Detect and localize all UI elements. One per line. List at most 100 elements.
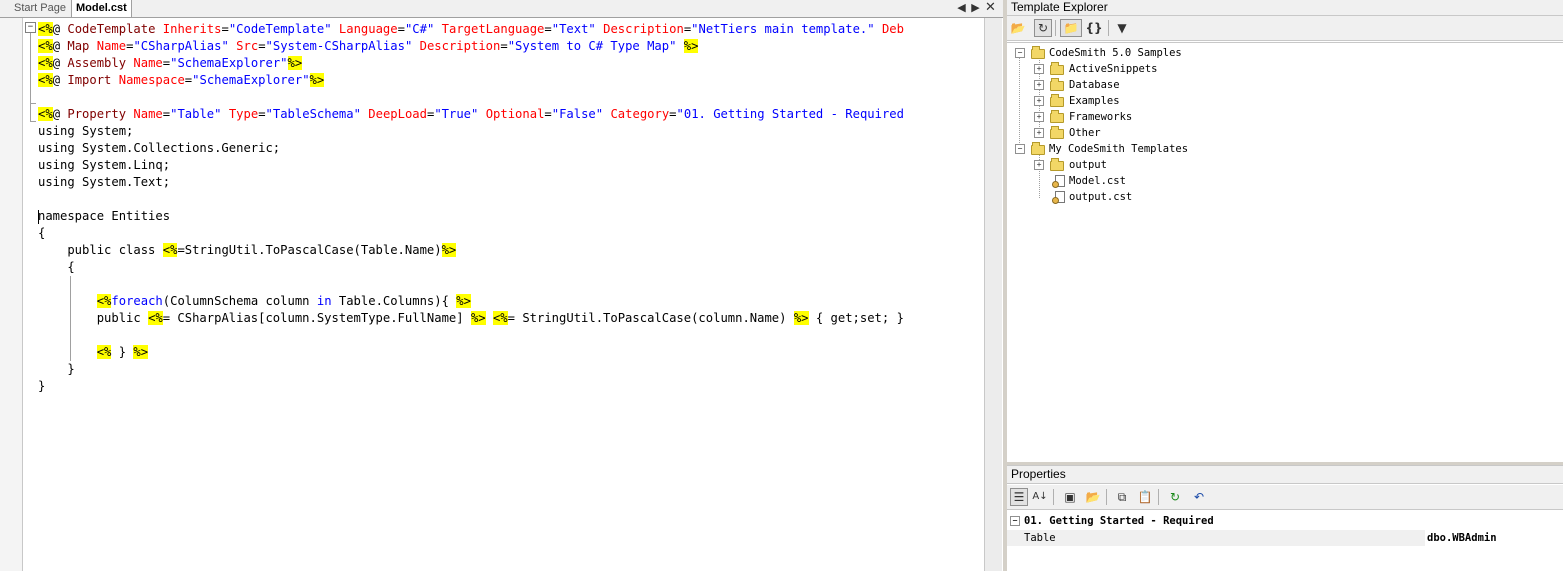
token: "01. Getting Started - Required — [676, 107, 904, 121]
filter-icon[interactable]: ▼ — [1113, 19, 1131, 37]
property-value[interactable]: dbo.WBAdmin — [1425, 530, 1563, 546]
code-line-21: } — [38, 362, 75, 376]
token: @ — [52, 73, 68, 87]
code-line-4: <%@ Import Namespace="SchemaExplorer"%> — [38, 73, 325, 87]
token: "CSharpAlias" — [133, 39, 229, 53]
token: TargetLanguage — [441, 22, 545, 36]
directive-close: %> — [287, 56, 303, 70]
refresh-icon[interactable]: ↻ — [1166, 488, 1184, 506]
property-category[interactable]: − 01. Getting Started - Required — [1007, 513, 1563, 529]
template-explorer-title: Template Explorer — [1007, 0, 1563, 16]
tree-item-my-templates[interactable]: My CodeSmith Templates — [1049, 141, 1188, 157]
tree-item-database[interactable]: Database — [1069, 77, 1120, 93]
token: (ColumnSchema column — [162, 294, 317, 308]
tree-item-frameworks[interactable]: Frameworks — [1069, 109, 1132, 125]
token: Namespace — [118, 73, 185, 87]
tree-item-activesnippets[interactable]: ActiveSnippets — [1069, 61, 1158, 77]
token: in — [316, 294, 332, 308]
directive-open: <% — [38, 22, 53, 36]
directive-open: <% — [96, 294, 112, 308]
code-line-9: using System.Linq; — [38, 158, 171, 172]
toolbar-separator — [1106, 489, 1107, 505]
template-file-icon — [1052, 191, 1065, 204]
refresh-icon[interactable]: ↻ — [1034, 19, 1052, 37]
expand-icon[interactable]: + — [1034, 160, 1044, 170]
folder-icon — [1050, 110, 1064, 123]
tab-model-cst[interactable]: Model.cst — [71, 0, 132, 17]
expand-icon[interactable]: + — [1034, 128, 1044, 138]
code-line-7: using System; — [38, 124, 134, 138]
template-explorer-panel: Template Explorer 📂 ↻ 📁 {} ▼ − CodeSmith… — [1007, 0, 1563, 462]
folder-icon — [1050, 126, 1064, 139]
tree-item-examples[interactable]: Examples — [1069, 93, 1120, 109]
expand-icon[interactable]: + — [1034, 96, 1044, 106]
code-line-22: } — [38, 379, 46, 393]
token: Optional — [485, 107, 545, 121]
folder-view-icon[interactable]: 📁 — [1060, 19, 1082, 37]
categorized-icon[interactable]: ☰ — [1010, 488, 1028, 506]
code-line-10: using System.Text; — [38, 175, 171, 189]
token: { get;set; } — [808, 311, 904, 325]
properties-title: Properties — [1007, 465, 1563, 484]
collapse-icon[interactable]: − — [1015, 144, 1025, 154]
token: Src — [236, 39, 259, 53]
tree-item-output-folder[interactable]: output — [1069, 157, 1107, 173]
paste-icon[interactable]: 📋 — [1136, 488, 1154, 506]
directive-open: <% — [492, 311, 508, 325]
tab-start-page[interactable]: Start Page — [10, 0, 70, 16]
code-line-8: using System.Collections.Generic; — [38, 141, 281, 155]
token: DeepLoad — [368, 107, 427, 121]
chevron-left-icon[interactable]: ◀ — [956, 1, 967, 15]
token: =StringUtil.ToPascalCase(Table.Name) — [177, 243, 442, 257]
code-line-1: <%@ CodeTemplate Inherits="CodeTemplate"… — [38, 22, 904, 36]
code-line-20: <% } %> — [38, 344, 149, 361]
close-icon[interactable]: ✕ — [985, 1, 996, 15]
token: @ — [52, 107, 68, 121]
tree-item-codesmith-samples[interactable]: CodeSmith 5.0 Samples — [1049, 45, 1182, 61]
chevron-right-icon[interactable]: ▶ — [970, 1, 981, 15]
code-editor[interactable]: − <%@ CodeTemplate Inherits="CodeTemplat… — [23, 18, 983, 571]
template-explorer-toolbar: 📂 ↻ 📁 {} ▼ — [1007, 16, 1563, 41]
collapse-icon[interactable]: − — [1015, 48, 1025, 58]
property-row-table[interactable]: Table dbo.WBAdmin — [1007, 530, 1563, 546]
fold-end — [30, 121, 36, 122]
template-tree[interactable]: − CodeSmith 5.0 Samples + ActiveSnippets… — [1007, 42, 1563, 461]
directive-close: %> — [683, 39, 699, 53]
editor-vertical-scrollbar[interactable] — [984, 18, 1002, 571]
folder-icon — [1050, 158, 1064, 171]
copy-icon[interactable]: ⧉ — [1113, 488, 1131, 506]
code-line-2: <%@ Map Name="CSharpAlias" Src="System-C… — [38, 39, 699, 53]
token: Deb — [881, 22, 904, 36]
tree-item-output-cst[interactable]: output.cst — [1069, 189, 1132, 205]
token: public — [38, 311, 149, 325]
template-file-icon — [1052, 175, 1065, 188]
code-line-17: <%foreach(ColumnSchema column in Table.C… — [38, 293, 471, 310]
collapse-icon[interactable]: − — [1010, 516, 1020, 526]
undo-icon[interactable]: ↶ — [1190, 488, 1208, 506]
token: Import — [67, 73, 112, 87]
open-icon[interactable]: 📂 — [1084, 488, 1102, 506]
tree-item-other[interactable]: Other — [1069, 125, 1101, 141]
token: Description — [603, 22, 684, 36]
token: Name — [133, 107, 163, 121]
open-folder-icon[interactable]: 📂 — [1009, 19, 1027, 37]
directive-open: <% — [38, 39, 53, 53]
tree-item-model-cst[interactable]: Model.cst — [1069, 173, 1126, 189]
alphabetical-icon[interactable]: A↓ — [1031, 488, 1049, 506]
save-icon[interactable]: ▣ — [1061, 488, 1079, 506]
token: Table.Columns){ — [331, 294, 457, 308]
expand-icon[interactable]: + — [1034, 64, 1044, 74]
folder-icon — [1031, 142, 1045, 155]
expand-icon[interactable]: + — [1034, 80, 1044, 90]
braces-icon[interactable]: {} — [1085, 19, 1103, 37]
token: @ — [52, 56, 68, 70]
properties-toolbar: ☰ A↓ ▣ 📂 ⧉ 📋 ↻ ↶ — [1007, 485, 1563, 510]
token: "SchemaExplorer" — [170, 56, 288, 70]
collapse-icon[interactable]: − — [25, 22, 36, 33]
token: "NetTiers main template." — [691, 22, 875, 36]
expand-icon[interactable]: + — [1034, 112, 1044, 122]
code-line-12: namespace Entities — [38, 209, 171, 223]
toolbar-separator — [1053, 489, 1054, 505]
